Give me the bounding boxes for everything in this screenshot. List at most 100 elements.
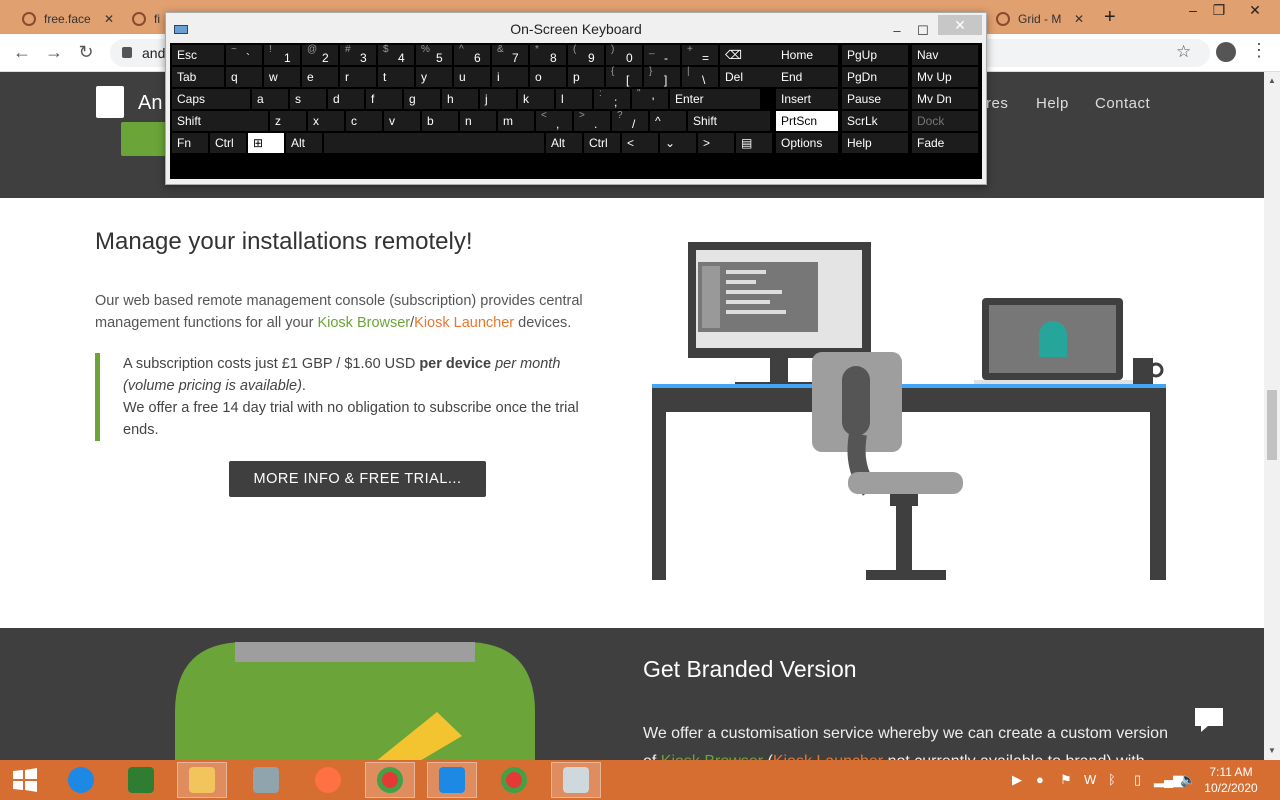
key-n[interactable]: n [460, 111, 496, 131]
symbol-key[interactable]: <, [536, 110, 572, 131]
key-fade[interactable]: Fade [912, 133, 978, 153]
key-2[interactable]: @2 [302, 44, 338, 65]
window-close-button[interactable]: ✕ [1240, 2, 1270, 19]
key-b[interactable]: b [422, 111, 458, 131]
back-arrow-icon[interactable]: ← [10, 42, 34, 63]
scroll-up-icon[interactable]: ▲ [1268, 76, 1276, 85]
internet-explorer-icon[interactable] [56, 762, 106, 798]
more-info-trial-button[interactable]: MORE INFO & FREE TRIAL... [229, 461, 486, 497]
key-ctrl[interactable]: Ctrl [584, 133, 620, 153]
key-ctrl[interactable]: Ctrl [210, 133, 246, 153]
key-e[interactable]: e [302, 67, 338, 87]
battery-icon[interactable]: ▯ [1134, 772, 1141, 788]
key-shift[interactable]: Shift [688, 111, 770, 131]
chat-button[interactable] [1180, 690, 1238, 748]
key-a[interactable]: a [252, 89, 288, 109]
nav-link-features[interactable]: res [986, 95, 1008, 112]
tab-close-icon[interactable]: ✕ [104, 12, 114, 26]
key-v[interactable]: v [384, 111, 420, 131]
key-r[interactable]: r [340, 67, 376, 87]
window-maximize-button[interactable]: ❐ [1204, 2, 1234, 19]
symbol-key[interactable]: | \ [682, 66, 718, 87]
key-nav[interactable]: Nav [912, 45, 978, 65]
profile-avatar-icon[interactable] [1216, 42, 1236, 62]
key-h[interactable]: h [442, 89, 478, 109]
vscode-icon[interactable] [427, 762, 477, 798]
tab-close-icon[interactable]: ✕ [1074, 12, 1084, 26]
symbol-key[interactable]: ^ [650, 111, 686, 131]
key-shift[interactable]: Shift [172, 111, 268, 131]
volume-icon[interactable]: 🔈 [1180, 772, 1196, 788]
osk-close-button[interactable]: ✕ [938, 15, 982, 35]
symbol-key[interactable]: " ' [632, 88, 668, 109]
forward-arrow-icon[interactable]: → [42, 42, 66, 63]
key-q[interactable]: q [226, 67, 262, 87]
site-logo-icon[interactable] [96, 86, 124, 118]
key-i[interactable]: i [492, 67, 528, 87]
key-5[interactable]: % 5 [416, 44, 452, 65]
page-scrollbar[interactable]: ▲ ▼ [1264, 72, 1280, 762]
key-home[interactable]: Home [776, 45, 838, 65]
key-w[interactable]: w [264, 67, 300, 87]
system-clock[interactable]: 7:11 AM 10/2/2020 [1196, 764, 1266, 796]
scroll-down-icon[interactable]: ▼ [1268, 746, 1276, 755]
key-end[interactable]: End [776, 67, 838, 87]
store-icon[interactable] [116, 762, 166, 798]
firefox-icon[interactable] [303, 762, 353, 798]
key-l[interactable]: l [556, 89, 592, 109]
chrome-icon[interactable] [365, 762, 415, 798]
symbol-key[interactable]: ? / [612, 110, 648, 131]
osk-titlebar[interactable]: On-Screen Keyboard – ☐ ✕ [166, 13, 986, 43]
key-esc[interactable]: Esc [172, 45, 224, 65]
key-mv-dn[interactable]: Mv Dn [912, 89, 978, 109]
kiosk-launcher-link[interactable]: Kiosk Launcher [414, 315, 514, 331]
key-d[interactable]: d [328, 89, 364, 109]
key-alt[interactable]: Alt [546, 133, 582, 153]
chrome-icon[interactable] [489, 762, 539, 798]
spacebar-key[interactable] [324, 133, 544, 153]
key-g[interactable]: g [404, 89, 440, 109]
browser-menu-icon[interactable]: ⋮ [1250, 40, 1268, 61]
browser-tab[interactable]: Grid - M ✕ [986, 4, 1092, 34]
key-insert[interactable]: Insert [776, 89, 838, 109]
windows-key[interactable]: ⊞ [248, 133, 284, 153]
flag-icon[interactable]: ⚑ [1060, 772, 1072, 788]
key-j[interactable]: j [480, 89, 516, 109]
key-u[interactable]: u [454, 67, 490, 87]
symbol-key[interactable]: ~ ` [226, 44, 262, 65]
new-tab-button[interactable]: + [1104, 6, 1116, 29]
browser-tab[interactable]: free.face ✕ [12, 4, 122, 34]
key-fn[interactable]: Fn [172, 133, 208, 153]
backspace-key[interactable]: ⌫ [720, 45, 778, 65]
key-3[interactable]: #3 [340, 44, 376, 65]
key-8[interactable]: * 8 [530, 44, 566, 65]
symbol-key[interactable]: :; [594, 88, 630, 109]
key-o[interactable]: o [530, 67, 566, 87]
nav-link-help[interactable]: Help [1036, 95, 1069, 112]
key-f[interactable]: f [366, 89, 402, 109]
file-explorer-icon[interactable] [177, 762, 227, 798]
word-icon[interactable]: W [1084, 772, 1096, 787]
site-logo-text[interactable]: An [138, 92, 162, 115]
key-pause[interactable]: Pause [842, 89, 908, 109]
key-tab[interactable]: Tab [172, 67, 224, 87]
key-alt[interactable]: Alt [286, 133, 322, 153]
symbol-key[interactable]: > [698, 133, 734, 153]
bluetooth-icon[interactable]: ᛒ [1108, 772, 1116, 787]
key-7[interactable]: & 7 [492, 44, 528, 65]
key-4[interactable]: $4 [378, 44, 414, 65]
key-help[interactable]: Help [842, 133, 908, 153]
reload-icon[interactable]: ↻ [74, 42, 98, 63]
scrollbar-thumb[interactable] [1267, 390, 1277, 460]
key-m[interactable]: m [498, 111, 534, 131]
key-s[interactable]: s [290, 89, 326, 109]
key-y[interactable]: y [416, 67, 452, 87]
key-z[interactable]: z [270, 111, 306, 131]
key-c[interactable]: c [346, 111, 382, 131]
key-options[interactable]: Options [776, 133, 838, 153]
key-mv-up[interactable]: Mv Up [912, 67, 978, 87]
signal-icon[interactable]: ▂▄▆ [1154, 772, 1183, 788]
symbol-key[interactable]: >. [574, 110, 610, 131]
on-screen-keyboard-icon[interactable] [551, 762, 601, 798]
key-6[interactable]: ^ 6 [454, 44, 490, 65]
